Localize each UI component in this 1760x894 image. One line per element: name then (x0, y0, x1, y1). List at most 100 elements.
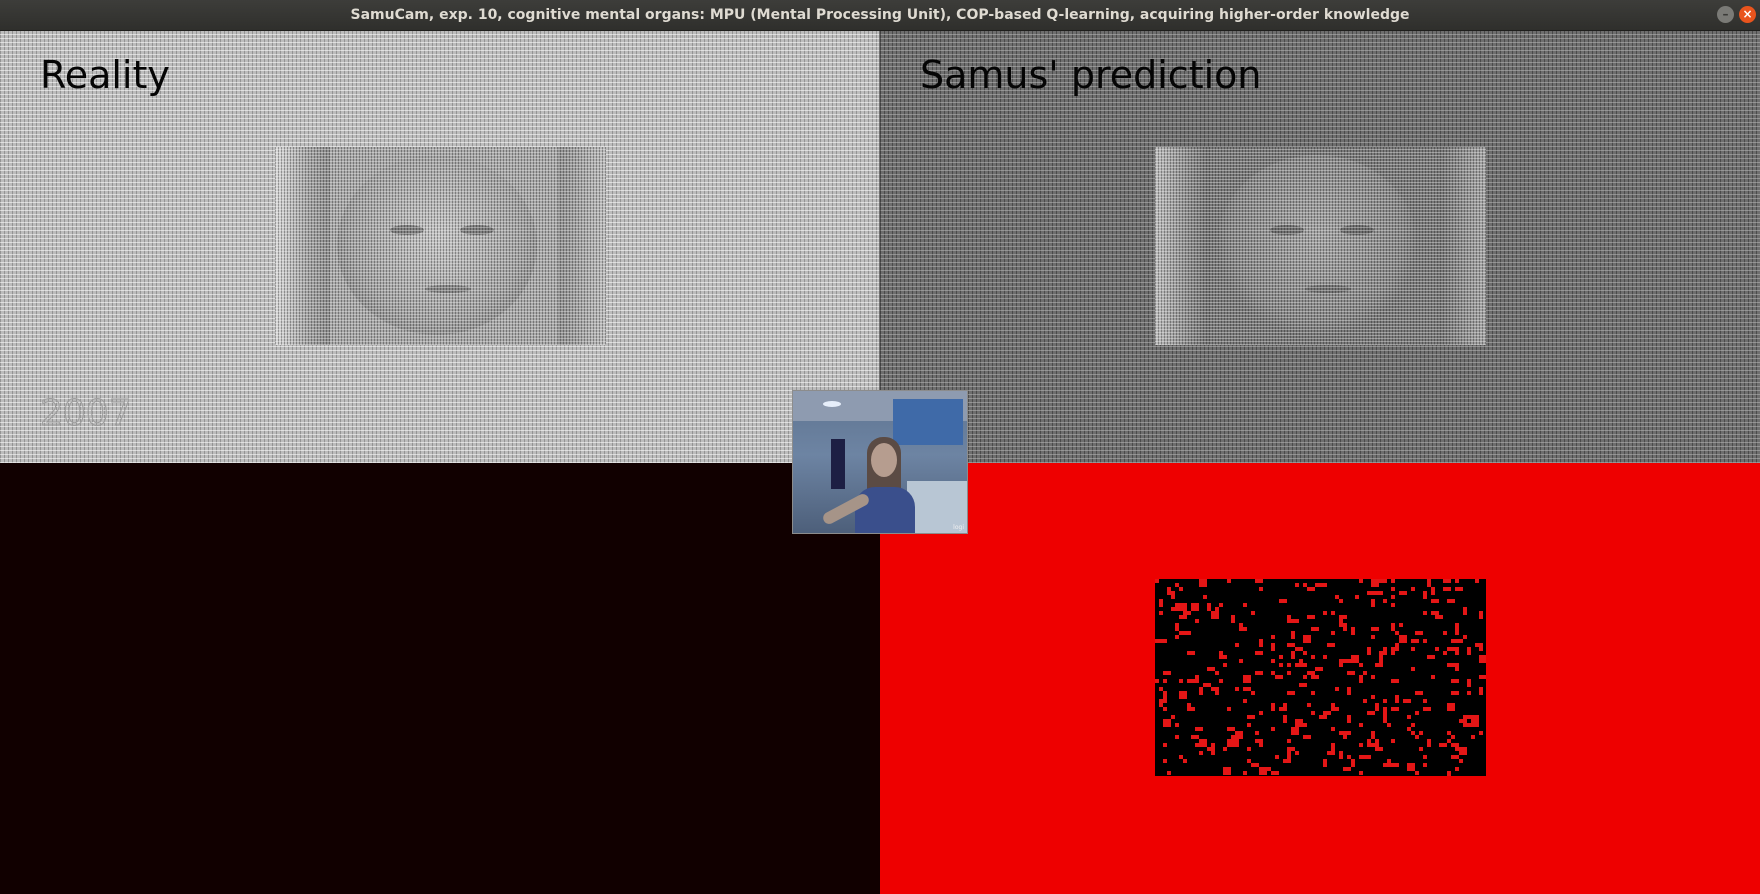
error-pixel (1399, 591, 1407, 595)
error-pixel (1391, 623, 1395, 631)
error-pixel (1407, 763, 1415, 771)
error-pixel (1311, 675, 1319, 679)
error-pixel (1207, 603, 1211, 611)
error-pixel (1175, 635, 1179, 639)
error-pixel (1251, 611, 1255, 615)
close-button[interactable]: × (1739, 6, 1756, 23)
error-pixel (1455, 663, 1459, 671)
error-pixel (1199, 583, 1207, 587)
error-pixel (1463, 715, 1471, 719)
error-pixel (1339, 599, 1343, 603)
error-pixel (1339, 663, 1343, 667)
error-pixel (1467, 651, 1471, 655)
error-pixel (1447, 647, 1455, 651)
error-pixel (1339, 751, 1343, 759)
error-pixel (1255, 731, 1259, 735)
close-icon: × (1742, 7, 1753, 21)
error-pixel (1475, 643, 1483, 647)
year-label: 2007 (40, 393, 133, 435)
error-pixel (1159, 599, 1163, 607)
prediction-frame-image (1155, 147, 1486, 345)
error-pixel (1191, 603, 1199, 611)
error-pixel (1323, 759, 1327, 767)
error-pixel (1211, 611, 1219, 619)
error-pixel (1343, 623, 1347, 631)
window-title: SamuCam, exp. 10, cognitive mental organ… (350, 7, 1410, 23)
error-pixel (1307, 671, 1315, 675)
error-pixel (1391, 707, 1395, 711)
error-pixel (1371, 635, 1375, 639)
error-pixel (1331, 743, 1335, 751)
error-pixel (1299, 683, 1307, 687)
error-pixel (1287, 751, 1291, 759)
error-pixel (1271, 703, 1275, 711)
error-pixel (1451, 755, 1459, 759)
error-pixel (1175, 623, 1179, 631)
error-pixel (1367, 755, 1371, 759)
error-pixel (1287, 663, 1291, 667)
error-pixel (1159, 639, 1163, 643)
error-pixel (1163, 679, 1167, 683)
error-pixel (1411, 647, 1415, 651)
error-pixel (1331, 727, 1335, 731)
error-pixel (1275, 675, 1283, 679)
error-pixel (1479, 611, 1483, 619)
error-pixel (1231, 619, 1235, 623)
error-pixel (1371, 695, 1375, 699)
error-pixel (1447, 703, 1455, 711)
error-pixel (1167, 771, 1171, 775)
error-pixel (1227, 727, 1235, 731)
error-pixel (1259, 743, 1263, 747)
error-pixel (1271, 771, 1279, 775)
minimize-button[interactable]: – (1717, 6, 1734, 23)
error-pixel (1391, 651, 1395, 655)
error-pixel (1467, 691, 1471, 695)
error-pixel (1215, 607, 1219, 611)
error-pixel (1179, 679, 1183, 683)
error-pixel (1227, 739, 1231, 743)
error-pixel (1339, 619, 1343, 627)
error-pixel (1227, 579, 1231, 583)
error-pixel (1323, 583, 1327, 587)
error-pixel (1223, 663, 1227, 667)
error-pixel (1271, 727, 1275, 731)
error-pixel (1479, 731, 1483, 735)
error-pixel (1415, 735, 1419, 739)
error-pixel (1287, 643, 1295, 647)
error-pixel (1371, 731, 1375, 739)
error-pixel (1447, 599, 1455, 603)
error-pixel (1379, 655, 1383, 663)
error-pixel (1455, 587, 1463, 591)
error-pixel (1283, 759, 1291, 763)
error-pixel (1367, 739, 1371, 747)
error-pixel (1391, 579, 1395, 583)
error-pixel (1455, 579, 1459, 583)
error-pixel (1247, 759, 1251, 763)
error-pixel (1343, 767, 1351, 771)
error-pixel (1187, 679, 1191, 683)
error-pixel (1419, 731, 1423, 735)
error-pixel (1371, 599, 1375, 603)
reality-frame-image (275, 147, 606, 345)
error-pixel (1179, 587, 1183, 591)
error-pixel (1375, 663, 1383, 667)
error-pixel (1347, 659, 1351, 663)
error-pixel (1195, 619, 1199, 623)
error-pixel (1415, 711, 1419, 715)
error-pixel (1359, 771, 1363, 775)
error-pixel (1303, 651, 1307, 655)
error-pixel (1411, 723, 1415, 727)
error-pixel (1243, 699, 1247, 703)
dot-matrix-overlay (275, 147, 606, 345)
error-pixel (1419, 747, 1423, 751)
error-pixel (1415, 631, 1423, 635)
error-pixel (1223, 747, 1227, 751)
error-pixel (1307, 703, 1311, 707)
error-pixel (1211, 751, 1215, 755)
error-pixel (1219, 651, 1223, 659)
error-pixel (1475, 579, 1479, 583)
error-pixel (1179, 615, 1187, 619)
error-pixel (1271, 659, 1275, 663)
error-pixel (1199, 751, 1203, 755)
error-pixel (1279, 599, 1287, 603)
